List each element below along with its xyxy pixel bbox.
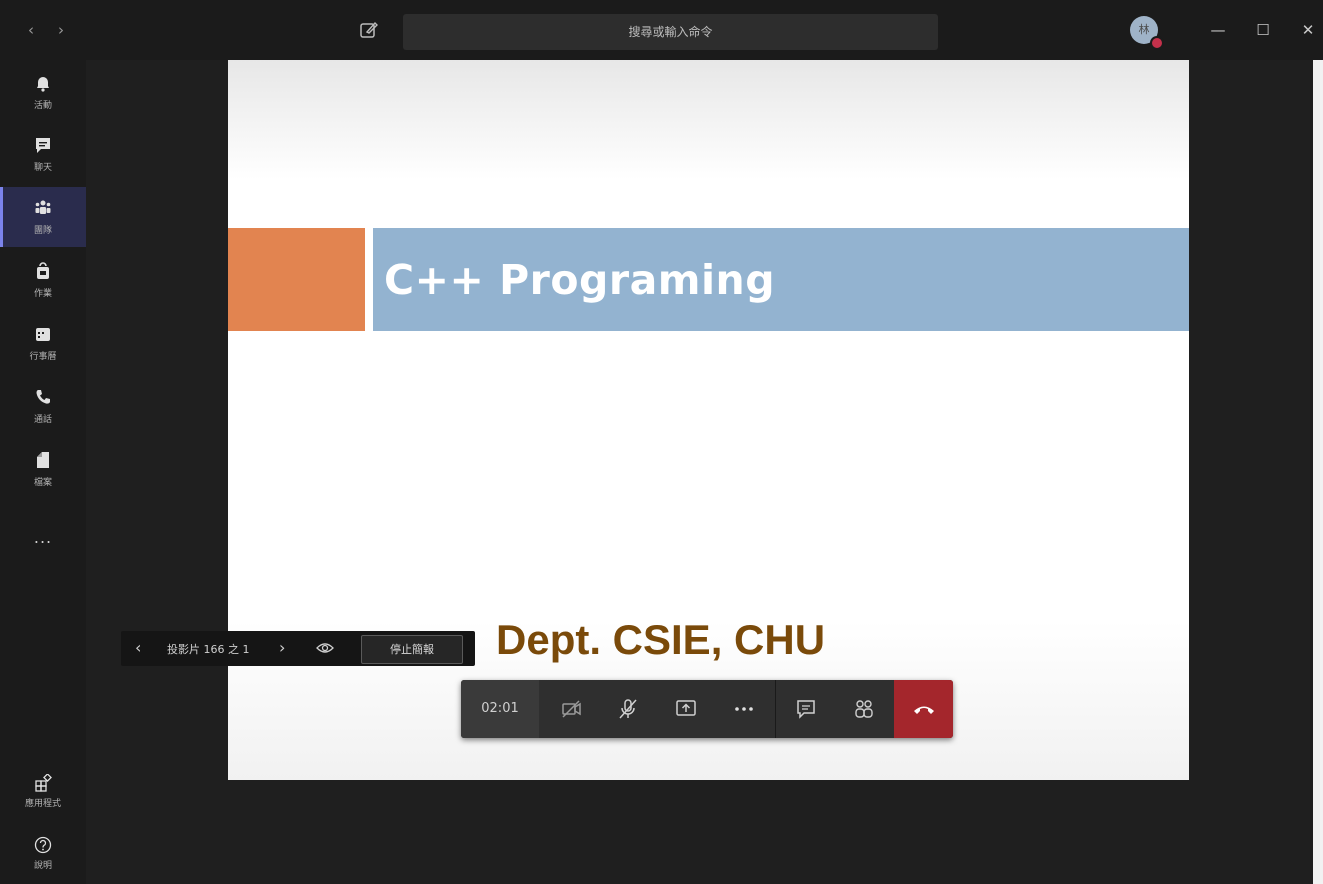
eye-icon[interactable] <box>315 640 335 656</box>
more-apps-button[interactable]: ... <box>0 528 86 547</box>
rail-item-assignments[interactable]: 作業 <box>0 250 86 310</box>
new-chat-icon[interactable] <box>359 20 381 42</box>
rail-label: 通話 <box>33 415 52 425</box>
mic-toggle-button[interactable] <box>605 680 649 738</box>
help-icon <box>34 836 52 854</box>
slide-title: C++ Programing <box>384 256 776 304</box>
slide-position-label: 投影片 166 之 1 <box>167 643 250 656</box>
forward-button[interactable]: › <box>52 20 70 40</box>
chat-icon <box>797 700 815 719</box>
show-participants-button[interactable] <box>841 680 885 738</box>
rail-label: 檔案 <box>33 478 52 488</box>
window-edge <box>1313 60 1323 884</box>
slide-subtitle: Dept. CSIE, CHU <box>496 616 826 663</box>
teams-icon <box>35 200 51 214</box>
show-conversation-button[interactable] <box>783 680 827 738</box>
file-icon <box>37 452 49 468</box>
rail-item-teams[interactable]: 團隊 <box>0 187 86 247</box>
rail-item-help[interactable]: 說明 <box>0 830 86 876</box>
close-icon[interactable]: ✕ <box>1298 20 1318 40</box>
toolbar-divider <box>775 680 776 738</box>
more-actions-button[interactable] <box>721 680 765 738</box>
rail-label: 作業 <box>33 289 52 299</box>
chat-icon <box>36 138 50 153</box>
previous-slide-button[interactable]: ‹ <box>135 639 151 657</box>
minimize-icon[interactable]: — <box>1208 20 1228 40</box>
apps-icon <box>35 774 52 792</box>
next-slide-button[interactable]: › <box>279 639 295 657</box>
share-screen-button[interactable] <box>663 680 707 738</box>
rail-label: 說明 <box>33 861 52 871</box>
bell-icon <box>37 77 49 92</box>
rail-label: 活動 <box>33 101 52 111</box>
rail-item-files[interactable]: 檔案 <box>0 439 86 499</box>
call-timer: 02:01 <box>461 680 539 738</box>
presentation-controls: ‹ 投影片 166 之 1 › 停止簡報 <box>121 631 475 666</box>
camera-toggle-button[interactable] <box>549 680 593 738</box>
stop-presenting-button[interactable]: 停止簡報 <box>361 635 463 664</box>
phone-icon <box>36 390 50 404</box>
title-bar: ‹ › 搜尋或輸入命令 林 — ☐ ✕ <box>0 0 1323 60</box>
participants-icon <box>855 700 873 718</box>
hang-up-icon <box>914 706 934 714</box>
app-bar: 活動 聊天 團隊 作業 行事曆 通話 檔案 ... 應用程式 說明 <box>0 60 86 884</box>
back-button[interactable]: ‹ <box>22 20 40 40</box>
rail-item-calendar[interactable]: 行事曆 <box>0 313 86 373</box>
camera-off-icon <box>562 700 581 718</box>
meeting-controls: 02:01 <box>461 680 953 738</box>
presence-busy-icon <box>1150 36 1164 50</box>
hang-up-button[interactable] <box>894 680 953 738</box>
mic-off-icon <box>619 699 637 719</box>
rail-label: 應用程式 <box>24 799 61 809</box>
maximize-icon[interactable]: ☐ <box>1253 20 1273 40</box>
share-icon <box>676 700 696 716</box>
rail-item-activity[interactable]: 活動 <box>0 62 86 122</box>
rail-item-chat[interactable]: 聊天 <box>0 124 86 184</box>
rail-item-calls[interactable]: 通話 <box>0 376 86 436</box>
rail-label: 行事曆 <box>29 352 57 362</box>
rail-label: 團隊 <box>33 226 52 236</box>
calendar-icon <box>36 328 50 341</box>
assignments-icon <box>37 262 49 279</box>
search-input[interactable]: 搜尋或輸入命令 <box>403 14 938 50</box>
more-icon <box>735 707 753 711</box>
slide-accent-block <box>228 228 365 331</box>
rail-label: 聊天 <box>33 163 52 173</box>
rail-item-apps[interactable]: 應用程式 <box>0 768 86 814</box>
shared-slide: C++ Programing Dept. CSIE, CHU <box>228 60 1189 780</box>
